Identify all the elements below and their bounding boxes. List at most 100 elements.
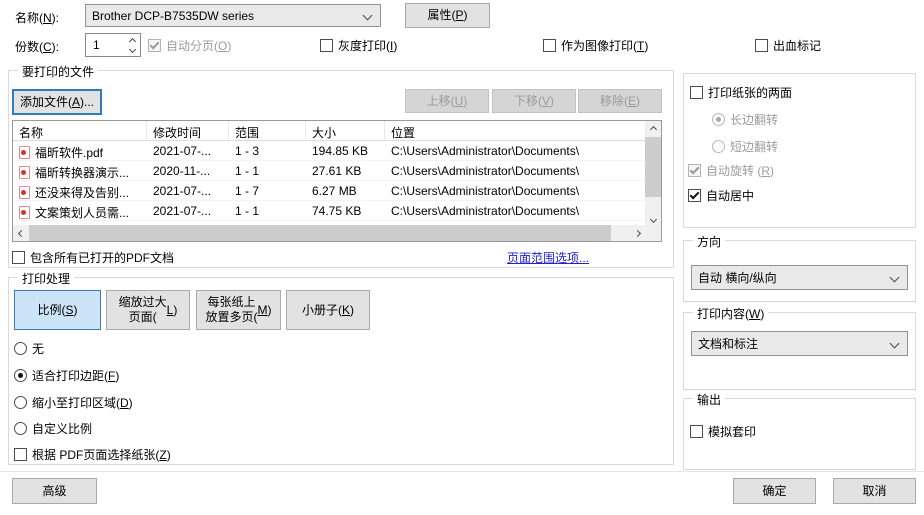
pdf-file-icon: [19, 166, 30, 179]
choose-paper-by-pdf-checkbox[interactable]: 根据 PDF页面选择纸张(Z): [14, 446, 171, 462]
printer-name-label: 名称(N):: [15, 9, 59, 26]
radio-none[interactable]: 无: [14, 340, 44, 356]
table-cell: 74.75 KB: [306, 201, 385, 220]
radio-icon: [712, 113, 725, 126]
table-cell: 1 - 3: [229, 141, 306, 160]
table-horizontal-scrollbar[interactable]: [13, 225, 645, 241]
chevron-down-icon: [128, 45, 135, 52]
chevron-down-icon: [890, 339, 900, 349]
properties-button[interactable]: 属性(P): [405, 3, 490, 28]
ok-button[interactable]: 确定: [733, 478, 816, 504]
table-cell: 1 - 1: [229, 161, 306, 180]
orientation-select[interactable]: 自动 横向/纵向: [691, 265, 908, 290]
column-header-size[interactable]: 大小: [306, 121, 385, 140]
table-vertical-scrollbar[interactable]: [645, 121, 661, 227]
radio-shrink-area[interactable]: 缩小至打印区域(D): [14, 394, 133, 410]
column-header-range[interactable]: 范围: [229, 121, 306, 140]
scale-mode-button[interactable]: 比例(S): [14, 290, 101, 330]
chevron-right-icon: [633, 229, 640, 236]
table-cell: 福昕软件.pdf: [13, 141, 147, 160]
booklet-button[interactable]: 小册子(K): [286, 290, 370, 330]
table-row[interactable]: 福昕软件.pdf2021-07-...1 - 3194.85 KBC:\User…: [13, 141, 645, 161]
radio-short-edge-flip: 短边翻转: [712, 138, 778, 154]
auto-rotate-label: 自动旋转 (R): [706, 162, 774, 179]
print-both-sides-label: 打印纸张的两面: [708, 84, 792, 101]
advanced-button[interactable]: 高级: [12, 478, 97, 504]
checkbox-icon: [12, 251, 25, 264]
table-cell: 1 - 1: [229, 201, 306, 220]
output-group-title: 输出: [693, 391, 725, 408]
collate-label: 自动分页(O): [166, 37, 231, 54]
table-cell: 2021-07-...: [147, 141, 229, 160]
move-up-button[interactable]: 上移(U): [405, 89, 489, 113]
print-as-image-checkbox[interactable]: 作为图像打印(T): [543, 37, 648, 53]
table-cell: 福昕转换器演示...: [13, 161, 147, 180]
grayscale-checkbox[interactable]: 灰度打印(I): [320, 37, 397, 53]
horizontal-scroll-thumb[interactable]: [29, 225, 611, 241]
copies-label: 份数(C):: [15, 38, 59, 55]
include-all-open-pdf-checkbox[interactable]: 包含所有已打开的PDF文档: [12, 249, 174, 265]
radio-custom-scale-label: 自定义比例: [32, 420, 92, 437]
page-range-options-link[interactable]: 页面范围选项...: [507, 249, 589, 266]
print-content-value: 文档和标注: [692, 335, 891, 352]
short-edge-flip-label: 短边翻转: [730, 138, 778, 155]
print-both-sides-checkbox[interactable]: 打印纸张的两面: [690, 84, 792, 100]
pdf-file-icon: [19, 146, 30, 159]
printer-name-select[interactable]: Brother DCP-B7535DW series: [85, 4, 381, 27]
table-cell: 文案策划人员需...: [13, 201, 147, 220]
checkbox-icon: [688, 164, 701, 177]
multiple-per-sheet-button[interactable]: 每张纸上 放置多页(M): [196, 290, 281, 330]
checkbox-icon: [690, 86, 703, 99]
print-dialog: { "printer": { "name_label": "名称(N):", "…: [0, 0, 924, 515]
table-cell: C:\Users\Administrator\Documents\: [385, 161, 645, 180]
column-header-name[interactable]: 名称: [13, 121, 147, 140]
remove-button[interactable]: 移除(E): [578, 89, 662, 113]
footer-separator: [0, 471, 924, 472]
move-down-button[interactable]: 下移(V): [492, 89, 576, 113]
content-group-title: 打印内容(W): [693, 305, 768, 322]
copies-value: 1: [86, 34, 124, 56]
long-edge-flip-label: 长边翻转: [730, 111, 778, 128]
table-row[interactable]: 还没来得及告别...2021-07-...1 - 76.27 MBC:\User…: [13, 181, 645, 201]
bleed-marks-checkbox[interactable]: 出血标记: [755, 37, 821, 53]
orientation-group-title: 方向: [693, 233, 725, 250]
chevron-left-icon: [17, 229, 24, 236]
print-as-image-label: 作为图像打印(T): [561, 37, 648, 54]
table-row[interactable]: 福昕转换器演示...2020-11-...1 - 127.61 KBC:\Use…: [13, 161, 645, 181]
radio-custom-scale[interactable]: 自定义比例: [14, 420, 92, 436]
auto-center-checkbox[interactable]: 自动居中: [688, 187, 754, 203]
bleed-marks-label: 出血标记: [773, 37, 821, 54]
scroll-left-button[interactable]: [13, 225, 29, 241]
table-row[interactable]: 文案策划人员需...2021-07-...1 - 174.75 KBC:\Use…: [13, 201, 645, 221]
orientation-value: 自动 横向/纵向: [692, 269, 891, 286]
table-body: 福昕软件.pdf2021-07-...1 - 3194.85 KBC:\User…: [13, 141, 645, 227]
checkbox-icon: [320, 39, 333, 52]
simulate-overprint-label: 模拟套印: [708, 423, 756, 440]
vertical-scroll-thumb[interactable]: [645, 137, 661, 197]
radio-fit-margins[interactable]: 适合打印边距(F): [14, 367, 119, 383]
cancel-button[interactable]: 取消: [833, 478, 916, 504]
stepper-buttons[interactable]: [124, 34, 140, 56]
table-cell: 2020-11-...: [147, 161, 229, 180]
radio-long-edge-flip: 长边翻转: [712, 111, 778, 127]
pdf-file-icon: [19, 186, 30, 199]
shrink-oversized-button[interactable]: 缩放过大 页面(L): [106, 290, 190, 330]
table-cell: 194.85 KB: [306, 141, 385, 160]
column-header-location[interactable]: 位置: [385, 121, 645, 140]
radio-icon: [14, 396, 27, 409]
copies-stepper[interactable]: 1: [85, 33, 141, 57]
column-header-modified[interactable]: 修改时间: [147, 121, 229, 140]
radio-icon: [14, 342, 27, 355]
print-content-select[interactable]: 文档和标注: [691, 331, 908, 356]
chevron-up-icon: [649, 125, 656, 132]
scroll-up-button[interactable]: [645, 121, 661, 137]
checkbox-icon: [755, 39, 768, 52]
checkbox-icon: [148, 39, 161, 52]
scroll-right-button[interactable]: [629, 225, 645, 241]
table-cell: 1 - 7: [229, 181, 306, 200]
simulate-overprint-checkbox[interactable]: 模拟套印: [690, 423, 756, 439]
add-file-button[interactable]: 添加文件(A)...: [12, 89, 102, 115]
chevron-up-icon: [128, 37, 135, 44]
grayscale-label: 灰度打印(I): [338, 37, 397, 54]
include-all-open-pdf-label: 包含所有已打开的PDF文档: [30, 249, 174, 266]
